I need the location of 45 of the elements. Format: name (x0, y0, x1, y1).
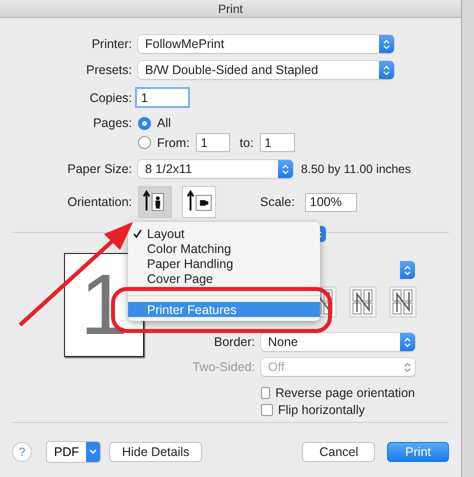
menu-item[interactable]: Layout (128, 226, 320, 241)
paper-size-dropdown[interactable]: 8 1/2x11 (138, 160, 293, 178)
printer-dropdown[interactable]: FollowMePrint (138, 35, 394, 53)
field-label: Two-Sided: (191, 360, 255, 374)
from-page-field[interactable]: 1 (196, 133, 230, 152)
radio-label: From: (157, 136, 190, 150)
cancel-button[interactable]: Cancel (302, 442, 376, 462)
checkbox[interactable] (261, 387, 270, 399)
radio-button[interactable] (138, 116, 151, 130)
border-dropdown[interactable]: None (261, 333, 415, 351)
up-down-arrows-icon (404, 336, 411, 348)
up-down-arrows-icon (383, 38, 390, 50)
paper-dimensions: 8.50 by 11.00 inches (301, 162, 411, 176)
up-down-arrows-icon (404, 264, 411, 276)
presets-dropdown[interactable]: B/W Double-Sided and Stapled (138, 61, 394, 79)
up-down-arrows-icon (404, 362, 411, 372)
checkbox-label: Reverse page orientation (275, 386, 415, 400)
radio-button[interactable] (138, 136, 151, 149)
field-label: Paper Size: (66, 162, 132, 176)
pdf-menu-button[interactable]: PDF (46, 441, 101, 463)
checkbox-label: Flip horizontally (278, 403, 365, 417)
checkmark-icon (133, 229, 142, 238)
window-title: Print (0, 0, 461, 18)
layout-direction-icon[interactable] (389, 286, 417, 318)
field-label: Scale: (260, 195, 295, 209)
menu-item[interactable]: Color Matching (128, 241, 320, 256)
field-label: Copies: (88, 90, 132, 104)
up-down-arrows-icon (282, 164, 289, 174)
field-label: Printer: (90, 37, 132, 51)
field-label: to: (240, 136, 254, 150)
radio-label: All (157, 116, 171, 130)
field-label: Orientation: (66, 195, 132, 209)
checkbox[interactable] (261, 404, 273, 416)
portrait-orientation-button[interactable] (138, 186, 172, 218)
chevron-down-icon[interactable] (86, 442, 100, 462)
field-label: Border: (213, 335, 255, 349)
field-label: Presets: (85, 63, 132, 77)
copies-field[interactable]: 1 (135, 87, 190, 108)
landscape-orientation-button[interactable] (182, 186, 216, 218)
layout-direction-icon[interactable] (349, 286, 377, 318)
scale-field[interactable]: 100% (304, 192, 357, 212)
up-down-arrows-icon (383, 64, 390, 76)
to-page-field[interactable]: 1 (260, 133, 295, 152)
field-label: Pages: (92, 116, 132, 130)
hide-details-button[interactable]: Hide Details (109, 442, 202, 462)
